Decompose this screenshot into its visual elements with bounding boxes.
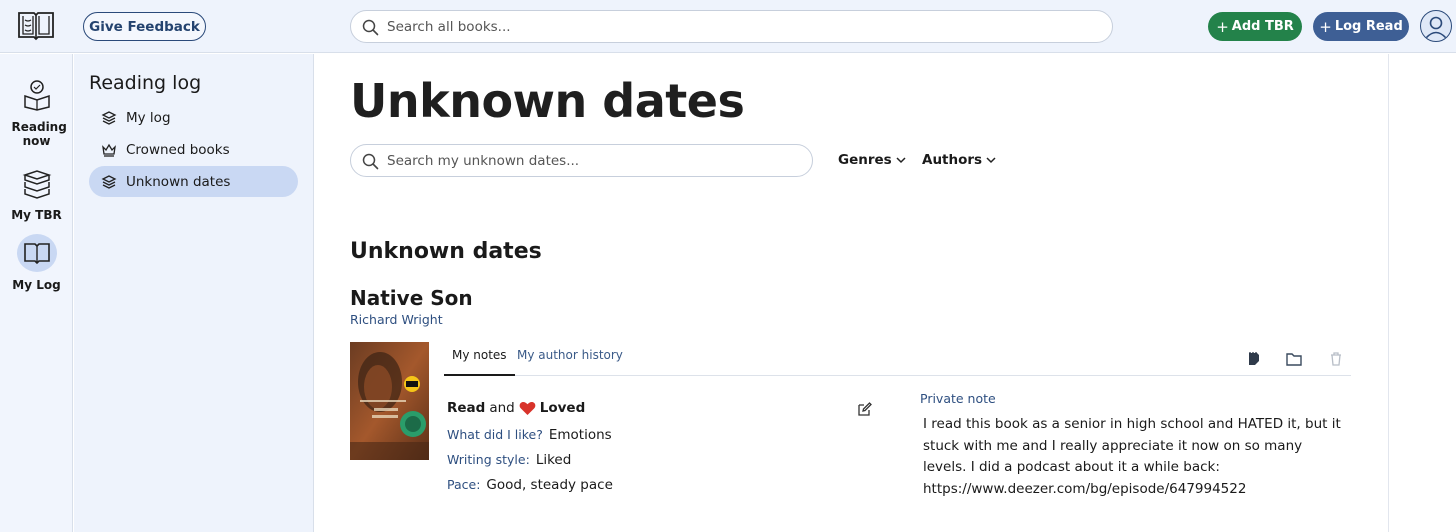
trash-icon[interactable] xyxy=(1327,350,1345,368)
add-tbr-label: Add TBR xyxy=(1231,19,1294,34)
read-status: Read xyxy=(447,400,486,416)
book-stack-icon xyxy=(17,164,57,202)
rail-label-my-tbr: My TBR xyxy=(11,208,62,222)
search-icon xyxy=(362,153,379,170)
open-book-icon xyxy=(16,234,57,272)
sidebar-item-crowned-books[interactable]: Crowned books xyxy=(89,134,298,165)
book-author[interactable]: Richard Wright xyxy=(350,312,443,327)
global-search-field[interactable] xyxy=(350,10,1113,43)
liked-key: What did I like? xyxy=(447,427,543,442)
section-title: Unknown dates xyxy=(350,239,542,264)
private-note-label: Private note xyxy=(920,391,996,406)
read-status-line: Read and Loved xyxy=(447,400,585,416)
plus-icon: + xyxy=(1216,17,1229,36)
authors-filter-dropdown[interactable]: Authors xyxy=(922,152,996,168)
writing-style-row: Writing style: Liked xyxy=(447,452,571,468)
app-logo-icon[interactable] xyxy=(17,9,55,41)
sidebar-title: Reading log xyxy=(89,72,202,94)
unknown-dates-search-field[interactable] xyxy=(350,144,813,177)
layers-icon xyxy=(101,110,117,126)
tab-my-notes[interactable]: My notes xyxy=(444,348,515,376)
book-detail-tabs: My notes My author history xyxy=(444,340,1351,376)
loved-status: Loved xyxy=(539,400,586,416)
sidebar-item-my-log[interactable]: My log xyxy=(89,102,298,133)
tab-my-author-history[interactable]: My author history xyxy=(517,348,623,362)
top-bar: Give Feedback + Add TBR + Log Read xyxy=(0,0,1456,53)
authors-filter-label: Authors xyxy=(922,152,983,168)
book-cover-image[interactable] xyxy=(350,342,429,460)
layers-icon xyxy=(101,174,117,190)
pace-key: Pace: xyxy=(447,477,481,492)
global-search-input[interactable] xyxy=(387,11,1087,42)
private-note-text: I read this book as a senior in high sch… xyxy=(923,416,1341,497)
give-feedback-button[interactable]: Give Feedback xyxy=(83,12,206,41)
read-status-and: and xyxy=(489,400,515,416)
unknown-dates-search-input[interactable] xyxy=(387,145,797,176)
log-read-label: Log Read xyxy=(1334,19,1403,34)
rail-label-reading-now: Reading now xyxy=(11,120,67,148)
search-icon xyxy=(362,19,379,36)
sidebar-item-label: Unknown dates xyxy=(126,173,231,190)
book-title[interactable]: Native Son xyxy=(350,286,473,310)
chevron-down-icon xyxy=(986,157,996,164)
rail-item-my-tbr[interactable]: My TBR xyxy=(0,164,73,222)
nav-rail: Reading now My TBR My Log xyxy=(0,54,73,532)
sidebar-item-label: My log xyxy=(126,109,171,126)
sidebar-item-unknown-dates[interactable]: Unknown dates xyxy=(89,166,298,197)
rail-item-reading-now[interactable]: Reading now xyxy=(0,76,73,148)
liked-row: What did I like? Emotions xyxy=(447,427,612,443)
log-read-button[interactable]: + Log Read xyxy=(1313,12,1409,41)
page-title: Unknown dates xyxy=(350,74,745,128)
pace-value: Good, steady pace xyxy=(486,477,613,493)
genres-filter-label: Genres xyxy=(838,152,892,168)
rail-label-my-log: My Log xyxy=(12,278,61,292)
writing-style-value: Liked xyxy=(535,452,572,468)
main-content: Unknown dates Genres Authors Unknown dat… xyxy=(315,54,1389,532)
liked-value: Emotions xyxy=(548,427,612,443)
sidebar-item-label: Crowned books xyxy=(126,141,230,158)
rail-item-my-log[interactable]: My Log xyxy=(0,234,73,292)
folder-icon[interactable] xyxy=(1285,350,1303,368)
notes-icon[interactable] xyxy=(1245,350,1263,368)
pace-row: Pace: Good, steady pace xyxy=(447,477,613,493)
chevron-down-icon xyxy=(896,157,906,164)
heart-icon xyxy=(519,401,536,415)
edit-icon[interactable] xyxy=(856,401,873,418)
person-reading-icon xyxy=(17,76,57,114)
sidebar: Reading log My log Crowned books Unknown… xyxy=(74,54,314,532)
crown-icon xyxy=(101,142,117,158)
writing-style-key: Writing style: xyxy=(447,452,530,467)
add-tbr-button[interactable]: + Add TBR xyxy=(1208,12,1302,41)
genres-filter-dropdown[interactable]: Genres xyxy=(838,152,906,168)
plus-icon: + xyxy=(1319,17,1332,36)
user-avatar-icon[interactable] xyxy=(1420,10,1452,42)
